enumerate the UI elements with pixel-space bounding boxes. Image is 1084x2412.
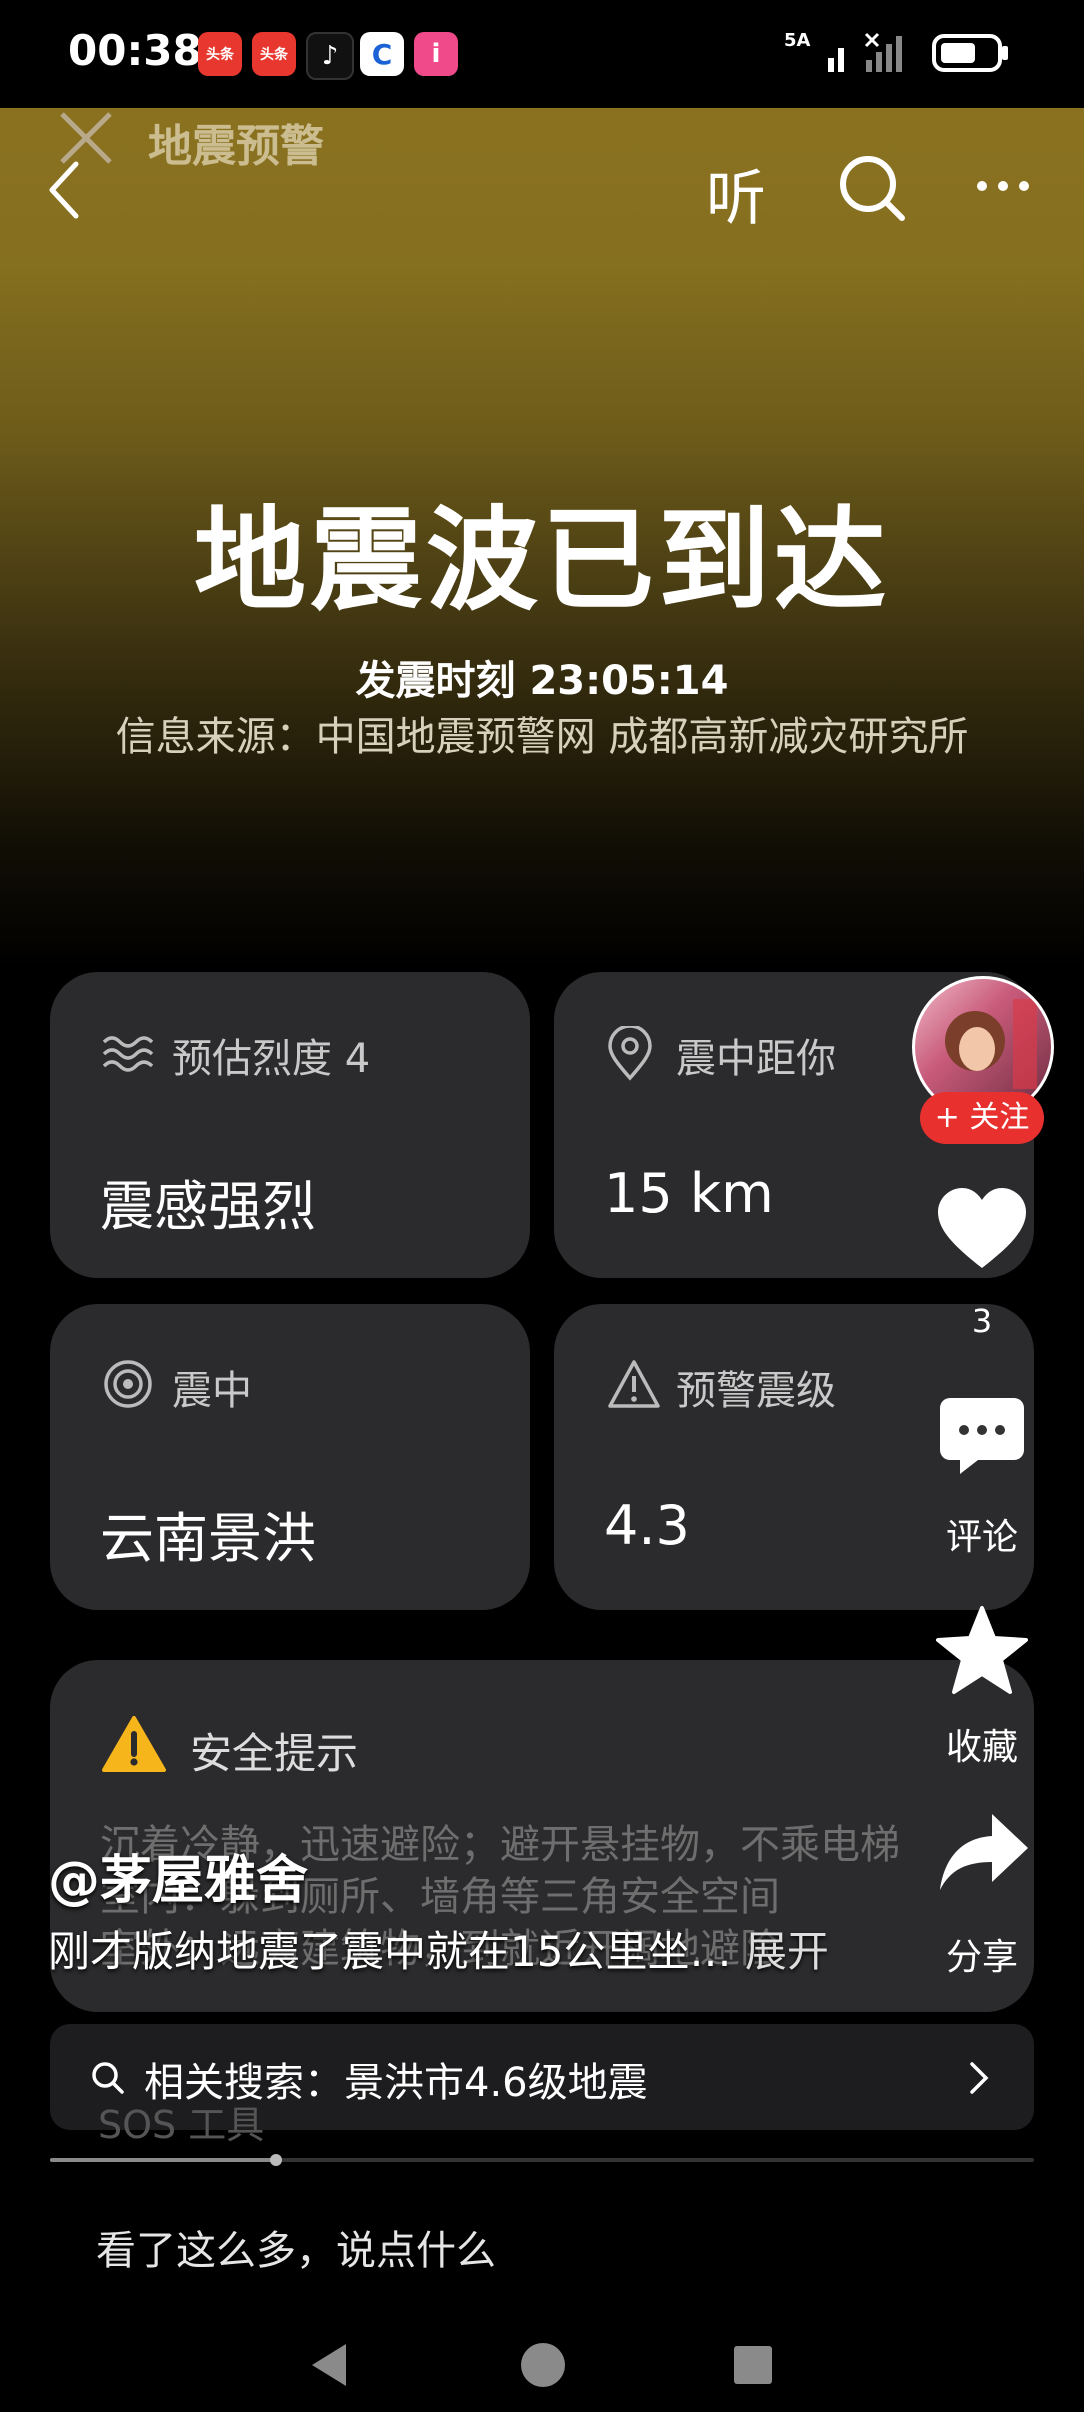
intensity-label: 预估烈度 4	[172, 1036, 371, 1082]
target-icon	[104, 1360, 152, 1408]
collect-label: 收藏	[945, 1727, 1018, 1768]
share-icon[interactable]	[936, 1810, 1030, 1894]
toutiao-app-icon: 头条	[252, 32, 296, 76]
comment-label: 评论	[945, 1517, 1018, 1558]
origin-time: 发震时刻 23:05:14	[355, 658, 729, 704]
chevron-right-icon	[970, 2062, 989, 2094]
magnitude-value: 4.3	[604, 1494, 690, 1557]
overlay-title: 地震预警	[148, 121, 324, 172]
warning-triangle-icon	[608, 1360, 660, 1408]
back-icon[interactable]	[44, 158, 84, 222]
browser-app-icon: C	[360, 32, 404, 76]
distance-value: 15 km	[604, 1162, 774, 1225]
intensity-card: 预估烈度 4 震感强烈	[50, 972, 530, 1278]
follow-button[interactable]: + 关注	[920, 1092, 1044, 1144]
epicenter-card: 震中 云南景洪	[50, 1304, 530, 1610]
intensity-value: 震感强烈	[100, 1175, 316, 1238]
nav-home-icon[interactable]	[518, 2340, 568, 2390]
related-search-bar[interactable]: 相关搜索：景洪市4.6级地震 SOS 工具	[50, 2024, 1034, 2147]
star-icon[interactable]	[934, 1604, 1030, 1696]
status-time: 00:38	[68, 26, 202, 75]
toutiao-app-icon: 头条	[198, 32, 242, 76]
caption-text: 刚才版纳地震了震中就在15公里坐…	[48, 1927, 732, 1976]
expand-link[interactable]: 展开	[745, 1927, 829, 1976]
app-icon: i	[414, 32, 458, 76]
network-type-label: 5A	[784, 30, 811, 51]
epicenter-value: 云南景洪	[100, 1507, 316, 1570]
location-pin-icon	[608, 1026, 652, 1081]
listen-button[interactable]: 听	[706, 150, 766, 237]
nav-recents-icon[interactable]	[730, 2342, 776, 2388]
comment-input[interactable]: 看了这么多，说点什么	[96, 2218, 496, 2276]
wave-icon	[102, 1036, 154, 1072]
share-label: 分享	[945, 1937, 1018, 1978]
more-icon[interactable]	[974, 176, 1034, 196]
warning-icon	[102, 1716, 166, 1772]
magnitude-label: 预警震级	[676, 1368, 836, 1414]
heart-icon[interactable]	[934, 1184, 1030, 1272]
epicenter-label: 震中	[172, 1368, 252, 1414]
search-icon	[92, 2062, 124, 2094]
info-source: 信息来源：中国地震预警网 成都高新减灾研究所	[115, 714, 969, 760]
search-icon[interactable]	[836, 152, 908, 224]
author-name[interactable]: @茅屋雅舍	[48, 1838, 308, 1913]
nav-back-icon[interactable]	[306, 2340, 352, 2390]
headline: 地震波已到达	[194, 496, 890, 626]
like-count: 3	[971, 1302, 993, 1340]
video-progress-handle[interactable]	[270, 2154, 283, 2166]
distance-label: 震中距你	[676, 1036, 836, 1082]
safety-title: 安全提示	[190, 1729, 359, 1778]
douyin-app-icon: ♪	[306, 32, 354, 80]
status-bar: 00:38 头条 头条 ♪ C i 5A	[0, 0, 1084, 108]
video-caption: 刚才版纳地震了震中就在15公里坐… 展开	[48, 1918, 829, 1979]
video-progress-track[interactable]	[50, 2154, 1034, 2166]
video-progress-fill	[50, 2158, 277, 2162]
sos-tools-text: SOS 工具	[98, 2103, 265, 2147]
battery-icon	[932, 34, 1008, 72]
comment-icon[interactable]	[938, 1394, 1026, 1478]
